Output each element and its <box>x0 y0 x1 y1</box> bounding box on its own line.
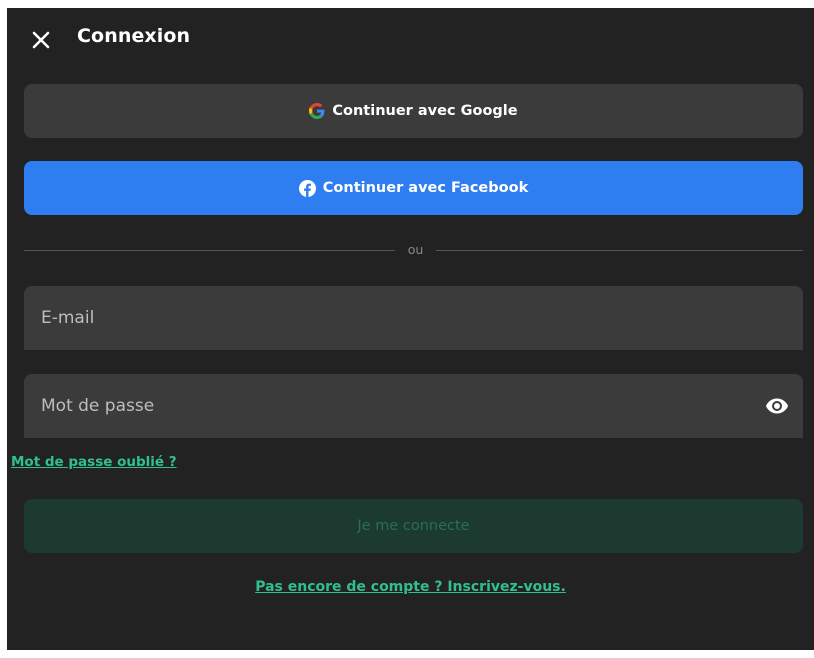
password-field[interactable] <box>24 374 803 438</box>
close-icon[interactable] <box>29 28 53 52</box>
google-login-button[interactable]: Continuer avec Google <box>24 84 803 138</box>
divider-line-left <box>24 250 395 251</box>
login-screen: Connexion Continuer avec Google Continue… <box>7 8 814 650</box>
facebook-login-button[interactable]: Continuer avec Facebook <box>24 161 803 215</box>
eye-icon[interactable] <box>765 394 789 418</box>
signup-link[interactable]: Pas encore de compte ? Inscrivez-vous. <box>255 579 566 595</box>
password-field-container <box>24 374 803 438</box>
forgot-password-link[interactable]: Mot de passe oublié ? <box>11 454 177 470</box>
page-title: Connexion <box>77 25 191 47</box>
email-field-container <box>24 286 803 350</box>
divider-line-right <box>436 250 803 251</box>
google-login-label: Continuer avec Google <box>332 103 518 119</box>
google-icon <box>309 103 325 119</box>
email-field[interactable] <box>24 286 803 350</box>
header: Connexion <box>7 8 814 66</box>
facebook-icon <box>298 179 316 197</box>
facebook-login-label: Continuer avec Facebook <box>322 180 529 196</box>
divider-text: ou <box>407 242 424 257</box>
or-divider: ou <box>24 242 803 258</box>
login-submit-button[interactable]: Je me connecte <box>24 499 803 553</box>
login-submit-label: Je me connecte <box>357 518 470 534</box>
signup-row: Pas encore de compte ? Inscrivez-vous. <box>7 579 814 595</box>
